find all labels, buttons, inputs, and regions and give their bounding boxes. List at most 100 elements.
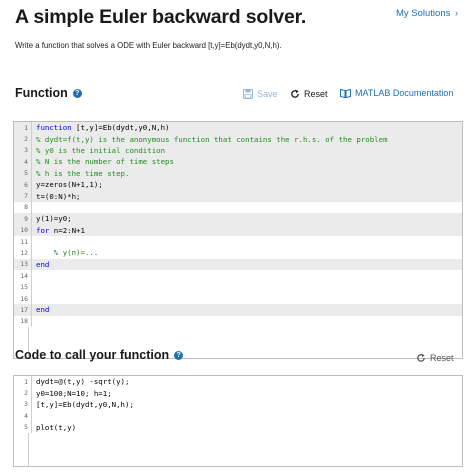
code-token: y(1)=y0; bbox=[36, 214, 72, 224]
line-number: 10 bbox=[14, 224, 32, 236]
code-line[interactable]: 1 function [t,y]=Eb(dydt,y0,N,h) bbox=[14, 122, 462, 134]
line-number: 9 bbox=[14, 213, 32, 225]
code-line[interactable]: 3 % y0 is the initial condition bbox=[14, 144, 462, 157]
help-icon[interactable]: ? bbox=[72, 88, 82, 98]
problem-description: Write a function that solves a ODE with … bbox=[15, 41, 282, 50]
code-text: y=zeros(N+1,1); bbox=[32, 180, 103, 189]
code-text: t=(0:N)*h; bbox=[32, 192, 81, 201]
code-line[interactable]: 12 % y(n)=... bbox=[14, 247, 462, 259]
code-text: % y(n)=... bbox=[32, 248, 99, 258]
call-reset-label: Reset bbox=[430, 353, 454, 363]
matlab-documentation-link[interactable]: MATLAB Documentation bbox=[340, 88, 453, 98]
code-line[interactable]: 14 bbox=[14, 270, 462, 282]
code-line[interactable]: 5 % h is the time step. bbox=[14, 167, 462, 179]
line-number: 15 bbox=[14, 281, 32, 293]
code-text: end bbox=[32, 260, 49, 269]
code-comment: % y(n)=... bbox=[36, 248, 99, 258]
line-number: 1 bbox=[14, 122, 32, 134]
code-line[interactable]: 15 bbox=[14, 281, 462, 293]
code-comment: % y0 is the initial condition bbox=[36, 145, 166, 155]
code-text: end bbox=[32, 305, 49, 314]
page-title: A simple Euler backward solver. bbox=[15, 6, 307, 28]
code-text: [t,y]=Eb(dydt,y0,N,h); bbox=[32, 400, 134, 409]
code-line[interactable]: 8 bbox=[14, 201, 462, 214]
code-line[interactable]: 1 dydt=@(t,y) -sqrt(y); bbox=[14, 376, 462, 388]
line-number: 7 bbox=[14, 190, 32, 202]
line-number: 3 bbox=[14, 398, 32, 411]
line-number: 12 bbox=[14, 247, 32, 259]
reset-label: Reset bbox=[304, 89, 328, 99]
code-keyword: end bbox=[36, 305, 50, 315]
line-number: 11 bbox=[14, 235, 32, 248]
line-number: 6 bbox=[14, 178, 32, 191]
line-number: 2 bbox=[14, 133, 32, 145]
call-code-editor[interactable]: 1 dydt=@(t,y) -sqrt(y); 2 y0=100;N=10; h=1;… bbox=[13, 375, 463, 467]
code-line[interactable]: 16 bbox=[14, 292, 462, 305]
code-line[interactable]: 6 y=zeros(N+1,1); bbox=[14, 178, 462, 191]
code-token: t=(0:N)*h; bbox=[36, 191, 81, 201]
code-text: function [t,y]=Eb(dydt,y0,N,h) bbox=[32, 123, 170, 132]
code-text: % y0 is the initial condition bbox=[32, 146, 165, 155]
code-line[interactable]: 4 % N is the number of time steps bbox=[14, 156, 462, 168]
line-number: 5 bbox=[14, 421, 32, 433]
line-number: 17 bbox=[14, 304, 32, 316]
code-line[interactable]: 7 t=(0:N)*h; bbox=[14, 190, 462, 202]
line-number: 18 bbox=[14, 315, 32, 328]
help-icon[interactable]: ? bbox=[174, 350, 184, 360]
code-line[interactable]: 3 [t,y]=Eb(dydt,y0,N,h); bbox=[14, 398, 462, 411]
code-text: % h is the time step. bbox=[32, 169, 129, 178]
code-token: [t,y]=Eb(dydt,y0,N,h); bbox=[36, 399, 134, 409]
save-label: Save bbox=[257, 89, 278, 99]
code-line[interactable]: 13 end bbox=[14, 258, 462, 271]
code-line[interactable]: 10 for n=2:N+1 bbox=[14, 224, 462, 236]
code-token: n=2:N+1 bbox=[49, 225, 85, 235]
code-keyword: end bbox=[36, 259, 50, 269]
reset-button[interactable]: Reset bbox=[290, 89, 328, 99]
call-section-title: Code to call your function ? bbox=[15, 348, 184, 362]
code-comment: % h is the time step. bbox=[36, 168, 130, 178]
call-reset-button[interactable]: Reset bbox=[416, 353, 454, 363]
code-text: % N is the number of time steps bbox=[32, 157, 174, 166]
line-number: 1 bbox=[14, 376, 32, 388]
code-token: [t,y]=Eb(dydt,y0,N,h) bbox=[71, 123, 170, 133]
code-text: for n=2:N+1 bbox=[32, 226, 85, 235]
code-line[interactable]: 4 bbox=[14, 410, 462, 422]
code-line[interactable]: 2 y0=100;N=10; h=1; bbox=[14, 387, 462, 399]
matlab-documentation-label: MATLAB Documentation bbox=[355, 88, 454, 98]
code-token: y=zeros(N+1,1); bbox=[36, 180, 103, 190]
reset-icon bbox=[291, 89, 299, 98]
code-line[interactable]: 5 plot(t,y) bbox=[14, 421, 462, 433]
code-line[interactable]: 11 bbox=[14, 235, 462, 248]
code-line[interactable]: 18 bbox=[14, 315, 462, 328]
code-text: dydt=@(t,y) -sqrt(y); bbox=[32, 377, 129, 386]
line-number: 5 bbox=[14, 167, 32, 179]
code-comment: % N is the number of time steps bbox=[36, 157, 174, 167]
my-solutions-link[interactable]: My Solutions › bbox=[396, 8, 458, 19]
code-token: dydt=@(t,y) -sqrt(y); bbox=[36, 377, 130, 387]
code-text: y(1)=y0; bbox=[32, 214, 72, 223]
save-button[interactable]: Save bbox=[243, 89, 278, 99]
my-solutions-label: My Solutions bbox=[395, 8, 451, 19]
code-keyword: function bbox=[36, 123, 72, 133]
code-token: plot(t,y) bbox=[36, 422, 77, 432]
function-title-label: Function bbox=[15, 86, 68, 100]
line-number: 16 bbox=[14, 292, 32, 305]
function-code-editor[interactable]: 1 function [t,y]=Eb(dydt,y0,N,h) 2% dydt=f… bbox=[13, 121, 463, 359]
chevron-right-icon: › bbox=[455, 8, 458, 18]
reset-icon bbox=[417, 353, 425, 362]
code-text: y0=100;N=10; h=1; bbox=[32, 389, 112, 398]
line-number: 3 bbox=[14, 144, 32, 157]
code-line[interactable]: 17 end bbox=[14, 304, 462, 316]
code-line[interactable]: 9 y(1)=y0; bbox=[14, 213, 462, 225]
function-section-title: Function ? bbox=[15, 86, 82, 100]
book-icon bbox=[340, 88, 351, 98]
code-text: plot(t,y) bbox=[32, 423, 76, 432]
line-number: 4 bbox=[14, 410, 32, 422]
call-title-label: Code to call your function bbox=[15, 348, 170, 362]
code-line[interactable]: 2 % dydt=f(t,y) is the anonymous function… bbox=[14, 133, 462, 145]
line-number: 4 bbox=[14, 156, 32, 168]
code-text: % dydt=f(t,y) is the anonymous function … bbox=[32, 135, 388, 144]
code-keyword: for bbox=[36, 225, 50, 235]
code-comment: % dydt=f(t,y) is the anonymous function … bbox=[36, 134, 388, 144]
save-icon bbox=[243, 89, 253, 99]
